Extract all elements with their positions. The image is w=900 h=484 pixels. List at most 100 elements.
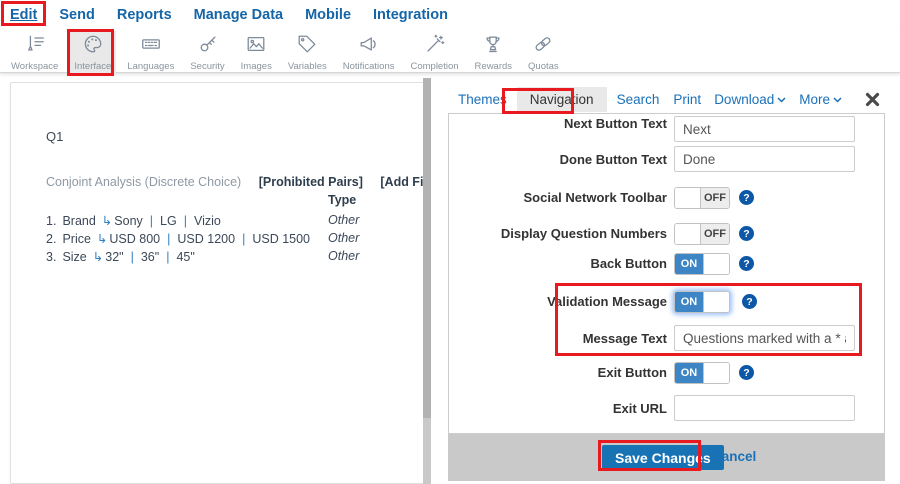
menu-item-send[interactable]: Send: [59, 7, 94, 23]
more-link[interactable]: More: [799, 92, 842, 107]
attribute-level: 45": [176, 250, 194, 264]
toggle-knob: [703, 363, 729, 383]
tool-label: Notifications: [343, 61, 395, 72]
attribute-level: Vizio: [194, 214, 221, 228]
back-button-label: Back Button: [449, 256, 667, 271]
toggle-state-label: ON: [675, 254, 703, 274]
rewards-trophy-icon: [482, 33, 504, 60]
quotas-chain-icon: [532, 33, 554, 60]
done-button-text-label: Done Button Text: [449, 152, 667, 167]
tool-label: Interface: [74, 61, 111, 72]
help-icon[interactable]: ?: [739, 365, 754, 380]
tool-security[interactable]: Security: [185, 31, 229, 75]
exit-button-toggle[interactable]: ON: [674, 362, 730, 384]
tab-navigation[interactable]: Navigation: [517, 87, 607, 112]
variables-tag-icon: [296, 33, 318, 60]
vertical-scrollbar[interactable]: [423, 78, 431, 484]
pipe-separator: |: [184, 214, 187, 228]
print-link[interactable]: Print: [673, 92, 701, 107]
tool-interface[interactable]: Interface: [69, 31, 116, 75]
navigation-settings-form: Next Button Text Done Button Text Social…: [448, 113, 885, 434]
next-button-text-label: Next Button Text: [449, 116, 667, 131]
toggle-knob: [703, 254, 729, 274]
menu-item-mobile[interactable]: Mobile: [305, 7, 351, 23]
tab-search[interactable]: Search: [607, 87, 670, 112]
message-text-input[interactable]: [674, 325, 855, 351]
menu-item-reports[interactable]: Reports: [117, 7, 172, 23]
attribute-row: 3.Size↳32"|36"|45" Other: [46, 249, 426, 264]
pipe-separator: |: [131, 250, 134, 264]
attribute-level: LG: [160, 214, 177, 228]
attribute-number: 1.: [46, 214, 56, 228]
tool-quotas[interactable]: Quotas: [523, 31, 564, 75]
close-icon[interactable]: [865, 92, 880, 107]
attribute-level: USD 1200: [177, 232, 235, 246]
type-column-header: Type: [328, 193, 356, 207]
attribute-level: USD 800: [109, 232, 160, 246]
prohibited-pairs-link[interactable]: [Prohibited Pairs]: [259, 175, 363, 189]
tool-images[interactable]: Images: [236, 31, 277, 75]
attribute-name: Brand: [62, 214, 95, 228]
toggle-knob: [675, 224, 701, 244]
tool-completion[interactable]: Completion: [405, 31, 463, 75]
attribute-row: 1.Brand↳Sony|LG|Vizio Other: [46, 213, 426, 228]
tool-label: Completion: [410, 61, 458, 72]
attribute-number: 3.: [46, 250, 56, 264]
menu-item-integration[interactable]: Integration: [373, 7, 448, 23]
chevron-down-icon: [777, 97, 786, 103]
tool-variables[interactable]: Variables: [283, 31, 332, 75]
menu-item-manage-data[interactable]: Manage Data: [194, 7, 283, 23]
help-icon[interactable]: ?: [739, 226, 754, 241]
question-type-label: Conjoint Analysis (Discrete Choice): [46, 175, 241, 189]
pipe-separator: |: [166, 250, 169, 264]
pipe-separator: |: [167, 232, 170, 246]
attribute-level: 32": [105, 250, 123, 264]
attribute-level: 36": [141, 250, 159, 264]
return-arrow-icon: ↳: [97, 232, 107, 246]
tool-workspace[interactable]: Workspace: [6, 31, 63, 75]
tool-label: Rewards: [475, 61, 513, 72]
download-link[interactable]: Download: [714, 92, 786, 107]
tool-label: Workspace: [11, 61, 58, 72]
pipe-separator: |: [150, 214, 153, 228]
tool-notifications[interactable]: Notifications: [338, 31, 400, 75]
toggle-knob: [703, 292, 729, 312]
help-icon[interactable]: ?: [739, 256, 754, 271]
question-header: Conjoint Analysis (Discrete Choice) [Pro…: [46, 175, 428, 189]
security-key-icon: [197, 33, 219, 60]
tool-languages[interactable]: Languages: [122, 31, 179, 75]
tab-themes[interactable]: Themes: [448, 87, 517, 112]
save-changes-button[interactable]: Save Changes: [602, 445, 724, 470]
back-button-toggle[interactable]: ON: [674, 253, 730, 275]
social-network-toolbar-toggle[interactable]: OFF: [674, 187, 730, 209]
cancel-link[interactable]: Cancel: [712, 449, 756, 464]
attribute-type-value: Other: [328, 213, 359, 227]
return-arrow-icon: ↳: [102, 214, 112, 228]
validation-message-label: Validation Message: [449, 294, 667, 309]
toggle-state-label: OFF: [701, 224, 729, 244]
exit-url-input[interactable]: [674, 395, 855, 421]
toggle-state-label: ON: [675, 292, 703, 312]
display-question-numbers-toggle[interactable]: OFF: [674, 223, 730, 245]
tool-rewards[interactable]: Rewards: [470, 31, 518, 75]
attribute-type-value: Other: [328, 249, 359, 263]
exit-url-label: Exit URL: [449, 401, 667, 416]
return-arrow-icon: ↳: [93, 250, 103, 264]
scrollbar-thumb[interactable]: [423, 78, 431, 418]
add-fixed-tasks-link[interactable]: [Add Fixed Tasks: [380, 175, 428, 189]
done-button-text-input[interactable]: [674, 146, 855, 172]
workspace-pen-icon: [24, 33, 46, 60]
toggle-state-label: OFF: [701, 188, 729, 208]
survey-preview-panel: Q1 Conjoint Analysis (Discrete Choice) […: [10, 82, 428, 484]
validation-message-toggle[interactable]: ON: [674, 291, 730, 313]
chevron-down-icon: [833, 97, 842, 103]
tool-label: Variables: [288, 61, 327, 72]
menu-item-edit[interactable]: Edit: [10, 7, 37, 23]
help-icon[interactable]: ?: [739, 190, 754, 205]
tool-label: Quotas: [528, 61, 559, 72]
attribute-row: 2.Price↳USD 800|USD 1200|USD 1500 Other: [46, 231, 426, 246]
next-button-text-input[interactable]: [674, 116, 855, 142]
question-code: Q1: [46, 129, 63, 144]
settings-tab-bar: Themes Navigation Search Print Download …: [448, 86, 886, 113]
help-icon[interactable]: ?: [742, 294, 757, 309]
